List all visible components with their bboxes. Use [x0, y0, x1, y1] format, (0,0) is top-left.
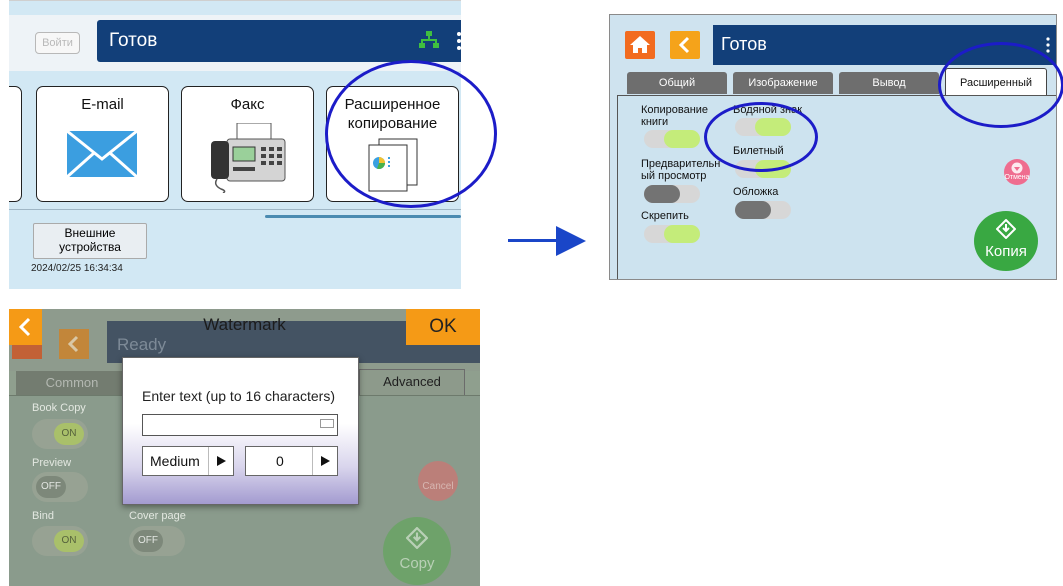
menu-tile-partial[interactable]: [9, 86, 22, 202]
cancel-label: Отмена: [1004, 174, 1030, 181]
dimmed-cancel-button: Cancel: [418, 461, 458, 501]
number-select[interactable]: 0: [245, 446, 338, 476]
home-icon: [630, 36, 650, 53]
network-icon: [419, 31, 439, 48]
preview-label: Preview: [32, 457, 72, 469]
size-next-button[interactable]: [208, 447, 233, 475]
separator: [9, 209, 461, 210]
email-tile[interactable]: E-mail: [36, 86, 169, 202]
tab-general[interactable]: Общий: [627, 72, 727, 94]
copy-button[interactable]: Копия: [974, 211, 1038, 271]
number-next-button[interactable]: [312, 447, 337, 475]
size-select[interactable]: Medium: [142, 446, 234, 476]
chevron-left-icon: [18, 317, 31, 337]
email-tile-label: E-mail: [81, 96, 124, 113]
fax-tile[interactable]: Факс: [181, 86, 314, 202]
tab-advanced: Advanced: [359, 369, 465, 397]
bind-label: Скрепить: [641, 210, 689, 222]
start-icon: [406, 527, 428, 549]
book-copy-toggle[interactable]: [644, 130, 700, 148]
more-menu-icon[interactable]: [457, 32, 461, 50]
cover-label: Обложка: [733, 186, 779, 198]
ok-button[interactable]: OK: [406, 309, 480, 345]
cancel-label: Cancel: [422, 481, 454, 492]
book-copy-label: Копирование книги: [641, 104, 709, 128]
home-button[interactable]: [625, 31, 655, 59]
horizontal-scroll-indicator[interactable]: [265, 215, 461, 218]
bind-toggle: ON: [32, 526, 88, 556]
play-arrow-icon: [321, 456, 330, 466]
cover-page-toggle: OFF: [129, 526, 185, 556]
highlight-circle: [325, 60, 497, 208]
cancel-button[interactable]: Отмена: [1004, 159, 1030, 185]
back-button[interactable]: [670, 31, 700, 59]
watermark-highlight-circle: [704, 102, 818, 172]
fax-machine-icon: [211, 123, 286, 193]
start-icon: [996, 219, 1016, 239]
tab-common: Common: [16, 371, 128, 395]
cover-page-label: Cover page: [129, 510, 186, 522]
login-button[interactable]: Войти: [35, 32, 80, 54]
watermark-text-dialog: Enter text (up to 16 characters) Medium …: [122, 357, 359, 505]
status-title: Готов: [109, 30, 158, 51]
more-menu-icon[interactable]: [1046, 37, 1050, 53]
envelope-icon: [67, 131, 137, 177]
copy-label: Копия: [985, 243, 1027, 260]
back-button[interactable]: [9, 309, 42, 345]
chevron-left-icon: [678, 36, 690, 54]
tab-output[interactable]: Вывод: [839, 72, 939, 94]
date-time: 2024/02/25 16:34:34: [31, 263, 123, 274]
advanced-tab-highlight-circle: [938, 42, 1063, 128]
preview-label: Предварительный просмотр: [641, 158, 721, 182]
status-title: Готов: [721, 34, 767, 54]
book-copy-toggle: ON: [32, 419, 88, 449]
arrow-right-icon: [556, 226, 586, 256]
bind-toggle[interactable]: [644, 225, 700, 243]
keyboard-icon[interactable]: [320, 419, 334, 428]
status-bar: Готов: [97, 20, 461, 62]
preview-toggle: OFF: [32, 472, 88, 502]
play-arrow-icon: [217, 456, 226, 466]
size-select-value: Medium: [150, 453, 200, 469]
dimmed-copy-button: Copy: [383, 517, 451, 585]
fax-tile-label: Факс: [230, 96, 265, 113]
preview-toggle[interactable]: [644, 185, 700, 203]
stop-icon: [1011, 162, 1023, 174]
bind-label: Bind: [32, 510, 55, 522]
cover-toggle[interactable]: [735, 201, 791, 219]
watermark-dialog-screen: Ready Watermark OK Common Advanced Book …: [9, 309, 480, 586]
dialog-prompt: Enter text (up to 16 characters): [142, 388, 335, 404]
watermark-text-input[interactable]: [142, 414, 338, 436]
book-copy-label: Book Copy: [32, 402, 86, 414]
number-select-value: 0: [276, 453, 284, 469]
dimmed-status-title: Ready: [117, 335, 167, 354]
external-devices-button[interactable]: Внешние устройства: [33, 223, 147, 259]
tab-image[interactable]: Изображение: [733, 72, 833, 94]
copy-label: Copy: [399, 555, 435, 572]
